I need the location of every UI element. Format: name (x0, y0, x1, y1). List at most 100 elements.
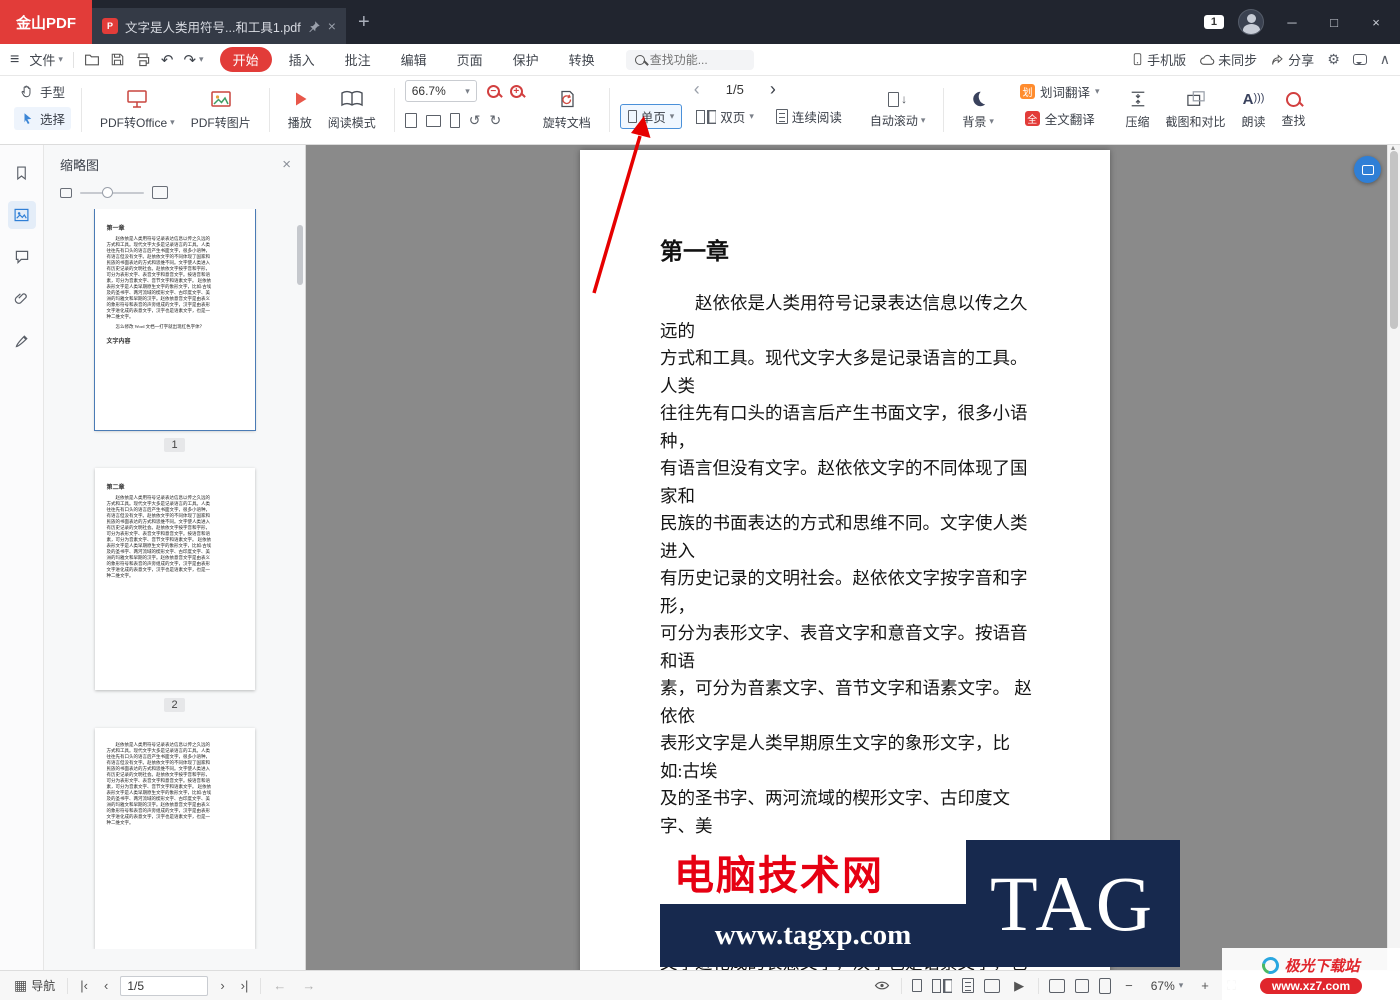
slider-knob[interactable] (102, 187, 113, 198)
double-page-view-icon[interactable] (932, 979, 941, 993)
attachments-panel-icon[interactable] (8, 285, 36, 313)
redo-button[interactable]: ↷ ▾ (183, 51, 203, 69)
document-viewer[interactable]: 第一章 赵依依是人类用符号记录表达信息以传之久远的 方式和工具。现代文字大多是记… (306, 145, 1400, 970)
share-button[interactable]: 分享 (1270, 50, 1314, 69)
thumbnails-panel-icon[interactable] (8, 201, 36, 229)
single-page-view-icon[interactable] (912, 979, 922, 992)
comments-panel-icon[interactable] (8, 243, 36, 271)
rotate-right-icon[interactable]: ↻ (489, 112, 501, 129)
vertical-scrollbar[interactable]: ▴ (1387, 145, 1400, 970)
zoom-in-icon[interactable]: + (510, 85, 523, 98)
file-menu[interactable]: 文件 ▾ (29, 50, 63, 69)
read-mode-button[interactable]: 阅读模式 (320, 86, 384, 134)
save-button[interactable] (110, 52, 125, 67)
search-input[interactable] (650, 53, 745, 67)
continuous-read-toggle[interactable]: 连续阅读 (768, 104, 850, 129)
continuous-view-icon[interactable] (962, 978, 974, 993)
select-tool-button[interactable]: 选择 (14, 107, 71, 130)
actual-size-icon[interactable] (450, 113, 460, 128)
tab-start[interactable]: 开始 (220, 47, 272, 72)
scrollbar-thumb[interactable] (1390, 151, 1398, 329)
mobile-version-button[interactable]: 手机版 (1131, 50, 1186, 69)
slideshow-play-icon[interactable]: ▶ (1010, 978, 1028, 994)
thumbnail-page-2[interactable]: 第二章 赵依依是人类用符号记录表达信息以传之久远的 方式和工具。现代文字大多是记… (95, 468, 255, 689)
close-button[interactable]: × (1362, 15, 1390, 30)
panel-scrollbar-thumb[interactable] (297, 225, 303, 285)
undo-button[interactable]: ↶ (161, 51, 174, 69)
user-avatar[interactable] (1238, 9, 1264, 35)
maximize-button[interactable]: □ (1320, 15, 1348, 30)
minimize-button[interactable]: ─ (1278, 15, 1306, 30)
book-view-icon[interactable] (984, 979, 1000, 993)
open-file-button[interactable] (84, 52, 100, 68)
auto-scroll-button[interactable]: ↓ 自动滚动▾ (862, 89, 934, 132)
zoom-in-button[interactable]: + (1197, 978, 1213, 993)
zoom-out-icon[interactable]: − (487, 85, 500, 98)
first-page-icon[interactable]: |‹ (76, 978, 92, 993)
tab-protect[interactable]: 保护 (500, 47, 552, 72)
menubar-right: 手机版 未同步 分享 ⚙ ∧ (1131, 50, 1390, 69)
navigation-button[interactable]: ▦ 导航 (10, 975, 59, 996)
tab-close-icon[interactable]: × (328, 18, 336, 34)
small-thumbnail-icon[interactable] (60, 188, 72, 198)
slider-track[interactable] (80, 192, 144, 194)
pdf-to-image-button[interactable]: PDF转图片 (183, 86, 259, 134)
thumbnail-page-3[interactable]: 赵依依是人类用符号记录表达信息以传之久远的 方式和工具。现代文字大多是记录语言的… (95, 728, 255, 949)
background-button[interactable]: 背景▾ (954, 87, 1002, 133)
zoom-out-button[interactable]: − (1121, 978, 1137, 993)
last-page-icon[interactable]: ›| (237, 978, 253, 993)
pin-icon[interactable] (308, 20, 321, 33)
actual-size-icon[interactable] (1049, 979, 1065, 993)
download-count-badge[interactable]: 1 (1204, 15, 1224, 29)
thumbnail-page-1[interactable]: 第一章 赵依依是人类用符号记录表达信息以传之久远的 方式和工具。现代文字大多是记… (95, 209, 255, 430)
tab-page[interactable]: 页面 (444, 47, 496, 72)
page-indicator[interactable]: 1/5 (726, 82, 744, 97)
fit-width-icon[interactable] (1075, 979, 1089, 993)
word-translate-button[interactable]: 划 划词翻译 ▾ (1014, 80, 1106, 103)
print-button[interactable] (135, 52, 151, 68)
hamburger-menu-icon[interactable]: ≡ (10, 51, 19, 69)
signature-panel-icon[interactable] (8, 327, 36, 355)
new-tab-button[interactable]: + (358, 11, 370, 34)
tab-convert[interactable]: 转换 (556, 47, 608, 72)
screenshot-compare-button[interactable]: 截图和对比 (1158, 87, 1234, 133)
play-button[interactable]: 播放 (280, 86, 320, 134)
zoom-select[interactable]: 66.7% ▾ (405, 80, 477, 102)
floating-assistant-button[interactable] (1354, 156, 1381, 183)
panel-close-icon[interactable]: × (282, 156, 291, 173)
previous-page-icon[interactable]: ‹ (694, 80, 700, 98)
pdf-to-office-button[interactable]: PDF转Office▾ (92, 86, 183, 134)
read-aloud-button[interactable]: A))) 朗读 (1234, 88, 1274, 133)
next-page-icon[interactable]: › (770, 80, 776, 98)
rotate-document-button[interactable]: 旋转文档 (535, 86, 599, 134)
feature-search[interactable] (626, 50, 754, 70)
sync-status-button[interactable]: 未同步 (1199, 50, 1257, 69)
full-translate-button[interactable]: 全 全文翻译 (1019, 107, 1101, 130)
double-page-toggle[interactable]: 双页 ▾ (688, 104, 762, 129)
tab-insert[interactable]: 插入 (276, 47, 328, 72)
next-page-icon[interactable]: › (216, 978, 228, 993)
find-button[interactable]: 查找 (1274, 89, 1314, 132)
feedback-comment-icon[interactable] (1353, 54, 1367, 65)
prev-page-icon[interactable]: ‹ (100, 978, 112, 993)
collapse-ribbon-icon[interactable]: ∧ (1380, 51, 1390, 68)
eye-icon[interactable] (873, 979, 891, 992)
page-number-input[interactable] (120, 976, 208, 996)
settings-gear-icon[interactable]: ⚙ (1327, 51, 1340, 68)
single-page-toggle[interactable]: 单页 ▾ (620, 104, 683, 129)
fit-width-icon[interactable] (405, 113, 417, 128)
compress-button[interactable]: 压缩 (1118, 87, 1158, 133)
tab-annotate[interactable]: 批注 (332, 47, 384, 72)
bookmarks-panel-icon[interactable] (8, 159, 36, 187)
fit-page-icon[interactable] (1099, 978, 1111, 994)
tab-edit[interactable]: 编辑 (388, 47, 440, 72)
history-back-icon[interactable]: ← (269, 978, 290, 993)
document-tab[interactable]: P 文字是人类用符号...和工具1.pdf × (92, 8, 346, 44)
hand-tool-button[interactable]: 手型 (14, 80, 71, 103)
large-thumbnail-icon[interactable] (152, 186, 168, 199)
fit-page-icon[interactable] (426, 115, 441, 127)
zoom-level[interactable]: 67% ▾ (1147, 977, 1188, 995)
history-forward-icon[interactable]: → (298, 978, 319, 993)
rotate-left-icon[interactable]: ↺ (469, 112, 481, 129)
app-logo[interactable]: 金山PDF (0, 0, 92, 44)
